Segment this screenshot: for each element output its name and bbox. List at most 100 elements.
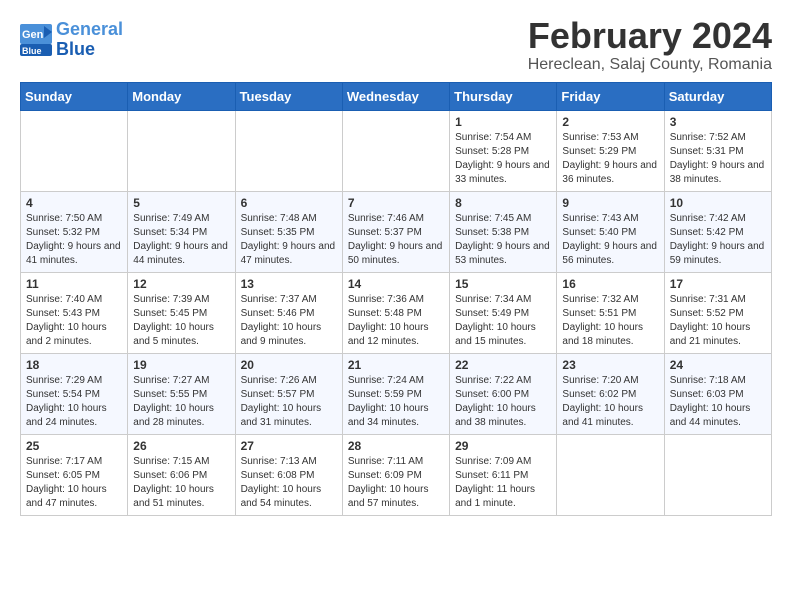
calendar-cell: 23 Sunrise: 7:20 AM Sunset: 6:02 PM Dayli… (557, 353, 664, 434)
logo: Gen Blue General Blue (20, 20, 123, 60)
weekday-header-wednesday: Wednesday (342, 82, 449, 110)
day-info: Sunrise: 7:31 AM Sunset: 5:52 PM Dayligh… (670, 293, 766, 349)
day-info: Sunrise: 7:37 AM Sunset: 5:46 PM Dayligh… (241, 293, 337, 349)
week-row-3: 11Sunrise: 7:40 AM Sunset: 5:43 PM Dayli… (21, 272, 772, 353)
day-number: 26 (133, 439, 229, 453)
calendar-cell (21, 110, 128, 191)
day-number: 3 (670, 115, 766, 129)
day-number: 22 (455, 358, 551, 372)
day-number: 28 (348, 439, 444, 453)
day-number: 17 (670, 277, 766, 291)
calendar-cell: 1 Sunrise: 7:54 AM Sunset: 5:28 PM Daylig… (450, 110, 557, 191)
weekday-header-saturday: Saturday (664, 82, 771, 110)
day-number: 15 (455, 277, 551, 291)
logo-icon: Gen Blue (20, 24, 52, 56)
calendar-cell: 24 Sunrise: 7:18 AM Sunset: 6:03 PM Dayli… (664, 353, 771, 434)
day-number: 20 (241, 358, 337, 372)
day-number: 23 (562, 358, 658, 372)
day-info: Sunrise: 7:54 AM Sunset: 5:28 PM Dayligh… (455, 131, 551, 187)
day-number: 24 (670, 358, 766, 372)
calendar-cell: 21 Sunrise: 7:24 AM Sunset: 5:59 PM Dayli… (342, 353, 449, 434)
week-row-1: 1 Sunrise: 7:54 AM Sunset: 5:28 PM Daylig… (21, 110, 772, 191)
day-info: Sunrise: 7:18 AM Sunset: 6:03 PM Dayligh… (670, 374, 766, 430)
day-info: Sunrise: 7:15 AM Sunset: 6:06 PM Dayligh… (133, 455, 229, 511)
day-number: 5 (133, 196, 229, 210)
day-info: Sunrise: 7:09 AM Sunset: 6:11 PM Dayligh… (455, 455, 551, 511)
day-number: 19 (133, 358, 229, 372)
day-number: 12 (133, 277, 229, 291)
calendar-cell: 12 Sunrise: 7:39 AM Sunset: 5:45 PM Dayli… (128, 272, 235, 353)
day-number: 18 (26, 358, 122, 372)
weekday-header-friday: Friday (557, 82, 664, 110)
calendar-cell: 25Sunrise: 7:17 AM Sunset: 6:05 PM Dayli… (21, 434, 128, 515)
day-info: Sunrise: 7:11 AM Sunset: 6:09 PM Dayligh… (348, 455, 444, 511)
calendar-cell: 13 Sunrise: 7:37 AM Sunset: 5:46 PM Dayli… (235, 272, 342, 353)
calendar-cell: 19 Sunrise: 7:27 AM Sunset: 5:55 PM Dayli… (128, 353, 235, 434)
calendar-cell: 4Sunrise: 7:50 AM Sunset: 5:32 PM Daylig… (21, 191, 128, 272)
day-info: Sunrise: 7:50 AM Sunset: 5:32 PM Dayligh… (26, 212, 122, 268)
day-info: Sunrise: 7:13 AM Sunset: 6:08 PM Dayligh… (241, 455, 337, 511)
calendar-cell: 8 Sunrise: 7:45 AM Sunset: 5:38 PM Daylig… (450, 191, 557, 272)
calendar-cell (128, 110, 235, 191)
day-number: 27 (241, 439, 337, 453)
calendar-cell: 17 Sunrise: 7:31 AM Sunset: 5:52 PM Dayli… (664, 272, 771, 353)
weekday-header-thursday: Thursday (450, 82, 557, 110)
day-number: 14 (348, 277, 444, 291)
weekday-header-row: SundayMondayTuesdayWednesdayThursdayFrid… (21, 82, 772, 110)
month-title: February 2024 (528, 16, 772, 56)
day-info: Sunrise: 7:20 AM Sunset: 6:02 PM Dayligh… (562, 374, 658, 430)
calendar-cell: 16Sunrise: 7:32 AM Sunset: 5:51 PM Dayli… (557, 272, 664, 353)
day-number: 2 (562, 115, 658, 129)
day-number: 11 (26, 277, 122, 291)
calendar-cell: 26 Sunrise: 7:15 AM Sunset: 6:06 PM Dayli… (128, 434, 235, 515)
day-info: Sunrise: 7:17 AM Sunset: 6:05 PM Dayligh… (26, 455, 122, 511)
title-block: February 2024 Hereclean, Salaj County, R… (528, 16, 772, 74)
calendar-cell: 29Sunrise: 7:09 AM Sunset: 6:11 PM Dayli… (450, 434, 557, 515)
day-info: Sunrise: 7:39 AM Sunset: 5:45 PM Dayligh… (133, 293, 229, 349)
week-row-4: 18Sunrise: 7:29 AM Sunset: 5:54 PM Dayli… (21, 353, 772, 434)
day-info: Sunrise: 7:32 AM Sunset: 5:51 PM Dayligh… (562, 293, 658, 349)
day-info: Sunrise: 7:26 AM Sunset: 5:57 PM Dayligh… (241, 374, 337, 430)
day-number: 8 (455, 196, 551, 210)
day-info: Sunrise: 7:49 AM Sunset: 5:34 PM Dayligh… (133, 212, 229, 268)
calendar-table: SundayMondayTuesdayWednesdayThursdayFrid… (20, 82, 772, 516)
day-info: Sunrise: 7:53 AM Sunset: 5:29 PM Dayligh… (562, 131, 658, 187)
logo-line1: General (56, 19, 123, 39)
week-row-5: 25Sunrise: 7:17 AM Sunset: 6:05 PM Dayli… (21, 434, 772, 515)
calendar-cell: 2 Sunrise: 7:53 AM Sunset: 5:29 PM Daylig… (557, 110, 664, 191)
calendar-cell: 5 Sunrise: 7:49 AM Sunset: 5:34 PM Daylig… (128, 191, 235, 272)
calendar-cell: 22 Sunrise: 7:22 AM Sunset: 6:00 PM Dayli… (450, 353, 557, 434)
day-info: Sunrise: 7:27 AM Sunset: 5:55 PM Dayligh… (133, 374, 229, 430)
calendar-cell: 15Sunrise: 7:34 AM Sunset: 5:49 PM Dayli… (450, 272, 557, 353)
calendar-cell (557, 434, 664, 515)
calendar-cell: 11Sunrise: 7:40 AM Sunset: 5:43 PM Dayli… (21, 272, 128, 353)
day-number: 21 (348, 358, 444, 372)
svg-text:Gen: Gen (22, 29, 44, 41)
calendar-cell: 6Sunrise: 7:48 AM Sunset: 5:35 PM Daylig… (235, 191, 342, 272)
location: Hereclean, Salaj County, Romania (528, 56, 772, 74)
calendar-body: 1 Sunrise: 7:54 AM Sunset: 5:28 PM Daylig… (21, 110, 772, 515)
day-info: Sunrise: 7:22 AM Sunset: 6:00 PM Dayligh… (455, 374, 551, 430)
day-number: 13 (241, 277, 337, 291)
day-number: 10 (670, 196, 766, 210)
logo-line2: Blue (56, 39, 95, 59)
calendar-cell: 9Sunrise: 7:43 AM Sunset: 5:40 PM Daylig… (557, 191, 664, 272)
day-info: Sunrise: 7:46 AM Sunset: 5:37 PM Dayligh… (348, 212, 444, 268)
day-number: 6 (241, 196, 337, 210)
day-info: Sunrise: 7:52 AM Sunset: 5:31 PM Dayligh… (670, 131, 766, 187)
day-number: 1 (455, 115, 551, 129)
calendar-cell: 10Sunrise: 7:42 AM Sunset: 5:42 PM Dayli… (664, 191, 771, 272)
calendar-cell: 20 Sunrise: 7:26 AM Sunset: 5:57 PM Dayli… (235, 353, 342, 434)
weekday-header-sunday: Sunday (21, 82, 128, 110)
calendar-cell (342, 110, 449, 191)
day-number: 9 (562, 196, 658, 210)
weekday-header-monday: Monday (128, 82, 235, 110)
week-row-2: 4Sunrise: 7:50 AM Sunset: 5:32 PM Daylig… (21, 191, 772, 272)
calendar-cell: 27 Sunrise: 7:13 AM Sunset: 6:08 PM Dayli… (235, 434, 342, 515)
svg-text:Blue: Blue (22, 46, 42, 56)
weekday-header-tuesday: Tuesday (235, 82, 342, 110)
day-number: 7 (348, 196, 444, 210)
day-info: Sunrise: 7:45 AM Sunset: 5:38 PM Dayligh… (455, 212, 551, 268)
day-info: Sunrise: 7:24 AM Sunset: 5:59 PM Dayligh… (348, 374, 444, 430)
calendar-cell (235, 110, 342, 191)
